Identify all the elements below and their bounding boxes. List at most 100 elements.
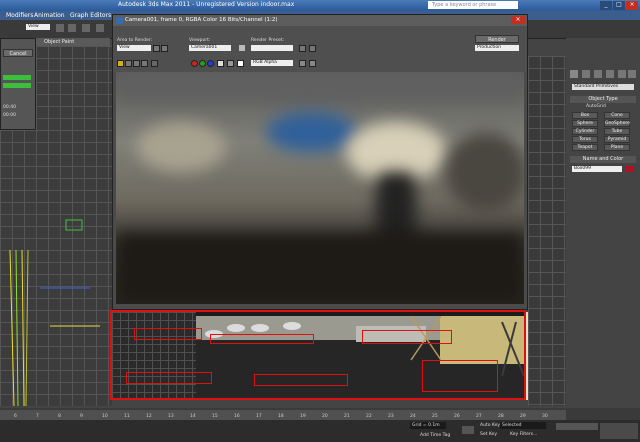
create-tab-icon[interactable] (570, 70, 578, 78)
primitives-dropdown[interactable]: Standard Primitives (572, 84, 634, 90)
autogrid-checkbox[interactable]: AutoGrid (586, 104, 606, 109)
render-button[interactable]: Render (475, 35, 519, 43)
ruler-tick: 21 (344, 414, 350, 419)
clear-icon[interactable] (151, 60, 158, 67)
blur-blob (446, 132, 524, 212)
cancel-button[interactable]: Cancel (3, 49, 33, 57)
area-to-render-label: Area to Render: (117, 38, 153, 43)
ruler-tick: 6 (14, 414, 17, 419)
channel-dropdown[interactable]: RGB Alpha (251, 60, 293, 66)
ruler-tick: 30 (542, 414, 548, 419)
torus-button[interactable]: Torus (572, 136, 598, 143)
view-dropdown[interactable]: View (26, 24, 50, 30)
cone-button[interactable]: Cone (604, 112, 630, 119)
auto-region-icon[interactable] (161, 45, 168, 52)
tab-object-paint[interactable]: Object Paint (36, 38, 110, 46)
sphere-button[interactable]: Sphere (572, 120, 598, 127)
key-icon[interactable] (462, 426, 474, 434)
utilities-tab-icon[interactable] (628, 70, 636, 78)
navigation-controls[interactable] (600, 423, 638, 439)
ruler-tick: 15 (212, 414, 218, 419)
display-toggle-2-icon[interactable] (309, 60, 316, 67)
window-controls[interactable]: _ □ × (600, 1, 638, 10)
hierarchy-tab-icon[interactable] (594, 70, 602, 78)
name-color-header[interactable]: Name and Color (570, 156, 636, 163)
maximize-icon[interactable]: □ (613, 1, 625, 10)
highlight-box (210, 334, 314, 344)
mono-icon[interactable] (227, 60, 234, 67)
save-image-icon[interactable] (117, 60, 124, 67)
close-icon[interactable]: × (511, 16, 525, 24)
key-filters-button[interactable]: Key Filters... (510, 432, 537, 437)
playback-controls[interactable] (556, 423, 598, 430)
teapot-icon (116, 17, 123, 24)
color-swatch[interactable] (237, 60, 244, 67)
ruler-tick: 27 (476, 414, 482, 419)
render-preset-dropdown[interactable] (251, 45, 293, 51)
blur-blob (116, 72, 524, 102)
grid-readout: Grid = 0.1m (410, 422, 446, 429)
highlight-box (422, 360, 498, 392)
display-tab-icon[interactable] (618, 70, 626, 78)
motion-tab-icon[interactable] (606, 70, 614, 78)
minimize-icon[interactable]: _ (600, 1, 612, 10)
render-setup-icon[interactable] (299, 45, 306, 52)
geosphere-button[interactable]: GeoSphere (604, 120, 630, 127)
alpha-channel-icon[interactable] (217, 60, 224, 67)
tube-button[interactable]: Tube (604, 128, 630, 135)
close-icon[interactable]: × (626, 1, 638, 10)
select-icon[interactable] (56, 24, 64, 32)
teapot-button[interactable]: Teapot (572, 144, 598, 151)
menu-graph-editors[interactable]: Graph Editors (70, 12, 111, 19)
blur-blob (266, 112, 356, 152)
edit-region-icon[interactable] (153, 45, 160, 52)
menu-animation[interactable]: Animation (34, 12, 65, 19)
environment-icon[interactable] (309, 45, 316, 52)
blue-channel-icon[interactable] (207, 60, 214, 67)
progress-bar-2 (3, 83, 31, 88)
auto-key-button[interactable]: Auto Key (480, 423, 500, 428)
plane-button[interactable]: Plane (604, 144, 630, 151)
rotate-icon[interactable] (82, 24, 90, 32)
red-channel-icon[interactable] (191, 60, 198, 67)
time-elapsed: 00:40 (3, 105, 16, 110)
green-channel-icon[interactable] (199, 60, 206, 67)
viewport-label: Viewport: (189, 38, 211, 43)
ruler-tick: 11 (124, 414, 130, 419)
add-time-tag[interactable]: Add Time Tag (420, 433, 450, 438)
render-window-titlebar: Camera001, frame 0, RGBA Color 16 Bits/C… (113, 15, 527, 26)
clone-frame-icon[interactable] (133, 60, 140, 67)
progress-bar (3, 75, 31, 80)
ruler-tick: 18 (278, 414, 284, 419)
ruler-tick: 29 (520, 414, 526, 419)
set-key-button[interactable]: Set Key (480, 432, 497, 437)
highlight-box (254, 374, 348, 386)
scale-icon[interactable] (96, 24, 104, 32)
right-viewport[interactable] (528, 56, 566, 406)
production-dropdown[interactable]: Production (475, 45, 519, 51)
object-type-header[interactable]: Object Type (570, 96, 636, 103)
ruler-tick: 24 (410, 414, 416, 419)
viewport-dropdown[interactable]: Camera001 (189, 45, 231, 51)
ruler-tick: 16 (234, 414, 240, 419)
selected-dropdown[interactable]: Selected (500, 422, 546, 429)
box-button[interactable]: Box (572, 112, 598, 119)
search-input[interactable]: Type a keyword or phrase (428, 1, 518, 9)
object-name-field[interactable]: Box099 (572, 166, 622, 172)
blur-blob (136, 122, 226, 172)
menu-modifiers[interactable]: Modifiers (6, 12, 33, 19)
cylinder-button[interactable]: Cylinder (572, 128, 598, 135)
area-to-render-dropdown[interactable]: View (117, 45, 151, 51)
print-icon[interactable] (141, 60, 148, 67)
ruler-tick: 23 (388, 414, 394, 419)
object-color-swatch[interactable] (626, 166, 634, 172)
modify-tab-icon[interactable] (582, 70, 590, 78)
copy-image-icon[interactable] (125, 60, 132, 67)
render-window-toolbar: Area to Render: View Viewport: Camera001… (113, 26, 527, 72)
display-toggle-icon[interactable] (299, 60, 306, 67)
pyramid-button[interactable]: Pyramid (604, 136, 630, 143)
ruler-tick: 12 (146, 414, 152, 419)
lock-icon[interactable] (239, 45, 245, 51)
command-panel (566, 38, 640, 408)
move-icon[interactable] (68, 24, 76, 32)
